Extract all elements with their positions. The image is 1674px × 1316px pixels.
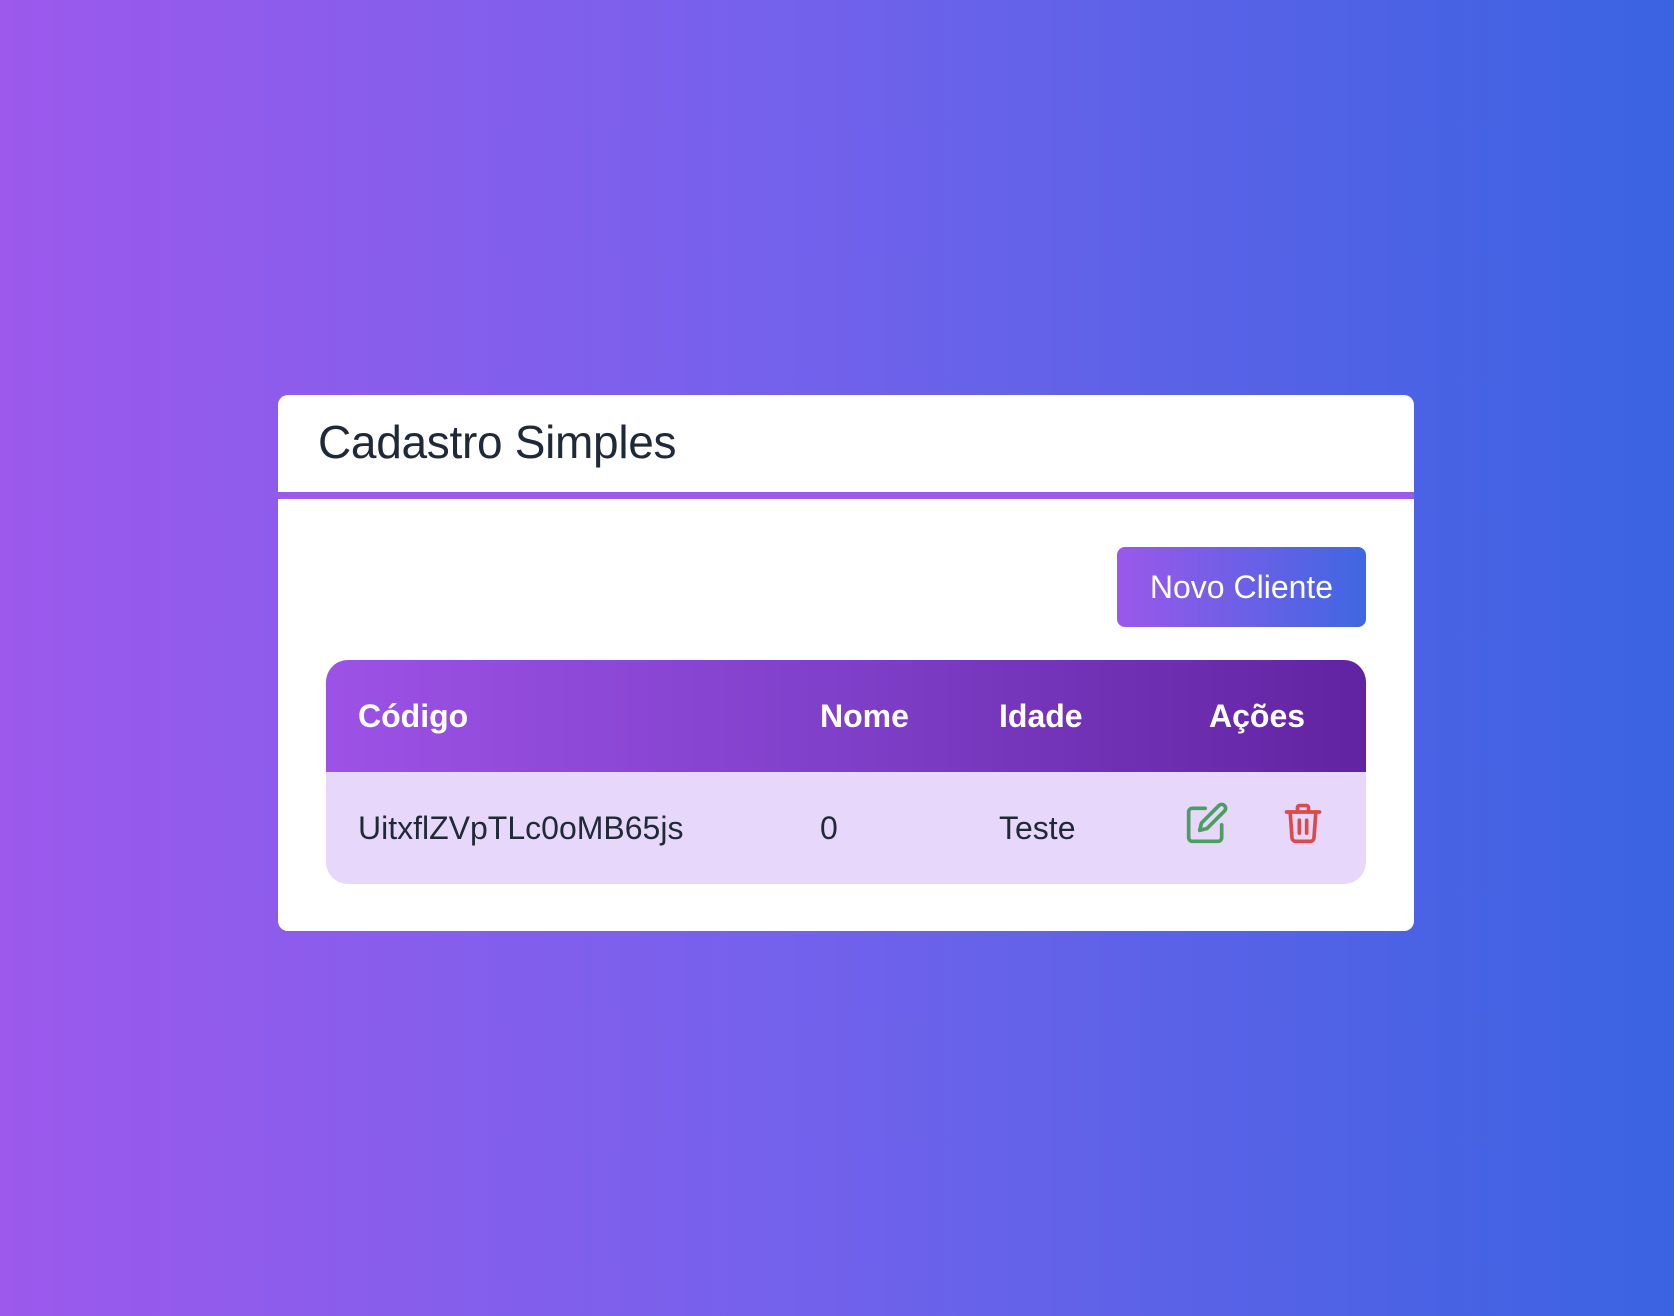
client-card: Cadastro Simples Novo Cliente Código Nom… [278, 395, 1414, 931]
cell-nome: 0 [820, 810, 838, 846]
header-idade: Idade [999, 698, 1083, 734]
header-nome: Nome [820, 698, 909, 734]
page-title: Cadastro Simples [318, 416, 677, 468]
cell-codigo: UitxflZVpTLc0oMB65js [358, 810, 684, 846]
header-acoes: Ações [1209, 698, 1306, 734]
new-client-button[interactable]: Novo Cliente [1117, 547, 1366, 627]
edit-button[interactable] [1185, 800, 1229, 846]
trash-icon [1284, 803, 1322, 844]
delete-button[interactable] [1281, 800, 1325, 846]
clients-table: Código Nome Idade Ações UitxflZVpTLc0oMB… [326, 660, 1366, 884]
edit-icon [1186, 802, 1228, 844]
card-header: Cadastro Simples [278, 395, 1414, 499]
table-header: Código Nome Idade Ações [326, 660, 1366, 772]
header-codigo: Código [358, 698, 469, 734]
table-row: UitxflZVpTLc0oMB65js 0 Teste [326, 772, 1366, 884]
cell-idade: Teste [999, 810, 1076, 846]
